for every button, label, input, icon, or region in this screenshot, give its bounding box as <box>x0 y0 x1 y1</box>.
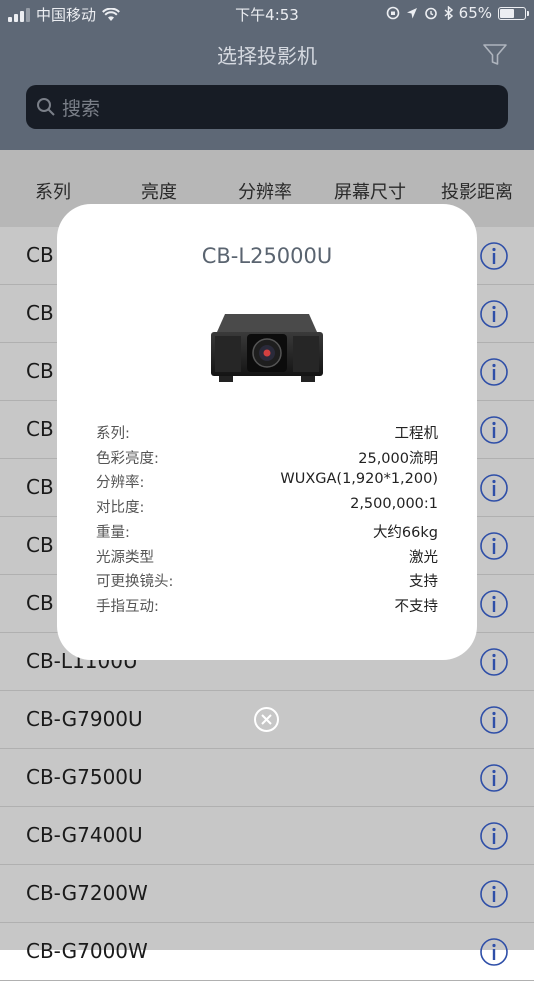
list-item-label: CB <box>26 533 54 557</box>
spec-row: 光源类型 激光 <box>96 546 438 570</box>
status-bar: 中国移动 下午4:53 65% <box>0 0 534 30</box>
spec-value: 激光 <box>409 549 438 566</box>
spec-key: 光源类型 <box>96 549 154 566</box>
spec-value: 25,000流明 <box>358 450 438 467</box>
search-input[interactable]: 搜索 <box>26 85 508 129</box>
column-header-brightness[interactable]: 亮度 <box>141 178 177 204</box>
info-icon[interactable] <box>479 415 509 445</box>
battery-fill <box>500 8 514 18</box>
spec-key: 分辨率: <box>96 475 145 492</box>
info-icon[interactable] <box>479 473 509 503</box>
list-item[interactable]: CB-G7200W <box>0 865 534 923</box>
location-icon <box>406 7 417 18</box>
column-header-throw-distance[interactable]: 投影距离 <box>441 178 513 204</box>
list-item-label: CB-G7500U <box>26 765 143 789</box>
list-item[interactable]: CB-G7400U <box>0 807 534 865</box>
close-circle-icon[interactable] <box>253 706 280 733</box>
spec-key: 对比度: <box>96 500 145 517</box>
list-item-label: CB <box>26 301 54 325</box>
info-icon[interactable] <box>479 589 509 619</box>
list-item-label: CB-G7400U <box>26 823 143 847</box>
info-icon[interactable] <box>479 241 509 271</box>
spec-value: 大约66kg <box>372 524 438 541</box>
list-item-label: CB <box>26 591 54 615</box>
spec-value: 工程机 <box>394 426 439 442</box>
list-item[interactable]: CB-G7000W <box>0 923 534 981</box>
list-item-label: CB <box>26 475 54 499</box>
info-icon[interactable] <box>479 763 509 793</box>
modal-title: CB-L25000U <box>201 244 333 268</box>
info-icon[interactable] <box>479 531 509 561</box>
list-item-label: CB-G7900U <box>26 707 143 731</box>
info-icon[interactable] <box>479 879 509 909</box>
projector-detail-modal: CB-L25000U 系列: 工程机色彩亮度: 25,000流明分辨率: WUXGA(… <box>57 204 477 660</box>
spec-row: 色彩亮度: 25,000流明 <box>96 447 438 471</box>
orientation-lock-icon <box>386 6 399 20</box>
column-header-screen-size[interactable]: 屏幕尺寸 <box>334 178 406 204</box>
filter-icon[interactable] <box>482 42 508 68</box>
spec-row: 手指互动: 不支持 <box>96 595 438 619</box>
search-icon <box>37 98 55 116</box>
spec-value: 支持 <box>409 574 438 591</box>
list-item-label: CB <box>26 243 54 267</box>
spec-value: WUXGA(1,920*1,200) <box>280 471 438 488</box>
page-title: 选择投影机 <box>217 44 317 68</box>
projector-image <box>211 314 323 382</box>
spec-key: 可更换镜头: <box>96 574 174 591</box>
column-header-series[interactable]: 系列 <box>35 178 71 204</box>
header: 中国移动 下午4:53 65% 选择投影机 搜索 <box>0 0 534 150</box>
info-icon[interactable] <box>479 647 509 677</box>
spec-row: 重量: 大约66kg <box>96 521 438 545</box>
info-icon[interactable] <box>479 299 509 329</box>
battery-percent: 65% <box>458 4 492 22</box>
spec-value: 不支持 <box>394 598 439 615</box>
column-header-resolution[interactable]: 分辨率 <box>238 178 292 204</box>
battery-icon <box>498 6 529 20</box>
spec-key: 重量: <box>96 524 130 541</box>
spec-row: 可更换镜头: 支持 <box>96 570 438 594</box>
spec-row: 分辨率: WUXGA(1,920*1,200) <box>96 471 438 495</box>
list-item[interactable]: CB-G7500U <box>0 749 534 807</box>
bluetooth-icon <box>444 6 453 20</box>
search-placeholder: 搜索 <box>62 97 101 120</box>
spec-value: 2,500,000:1 <box>350 496 438 513</box>
spec-row: 对比度: 2,500,000:1 <box>96 496 438 520</box>
spec-key: 色彩亮度: <box>96 450 159 467</box>
spec-row: 系列: 工程机 <box>96 422 438 446</box>
info-icon[interactable] <box>479 357 509 387</box>
alarm-icon <box>424 7 437 20</box>
list-item-label: CB-G7000W <box>26 939 148 963</box>
spec-key: 系列: <box>96 426 130 442</box>
spec-key: 手指互动: <box>96 598 159 615</box>
list-item-label: CB <box>26 417 54 441</box>
list-item-label: CB <box>26 359 54 383</box>
info-icon[interactable] <box>479 937 509 967</box>
info-icon[interactable] <box>479 705 509 735</box>
info-icon[interactable] <box>479 821 509 851</box>
list-item-label: CB-G7200W <box>26 881 148 905</box>
